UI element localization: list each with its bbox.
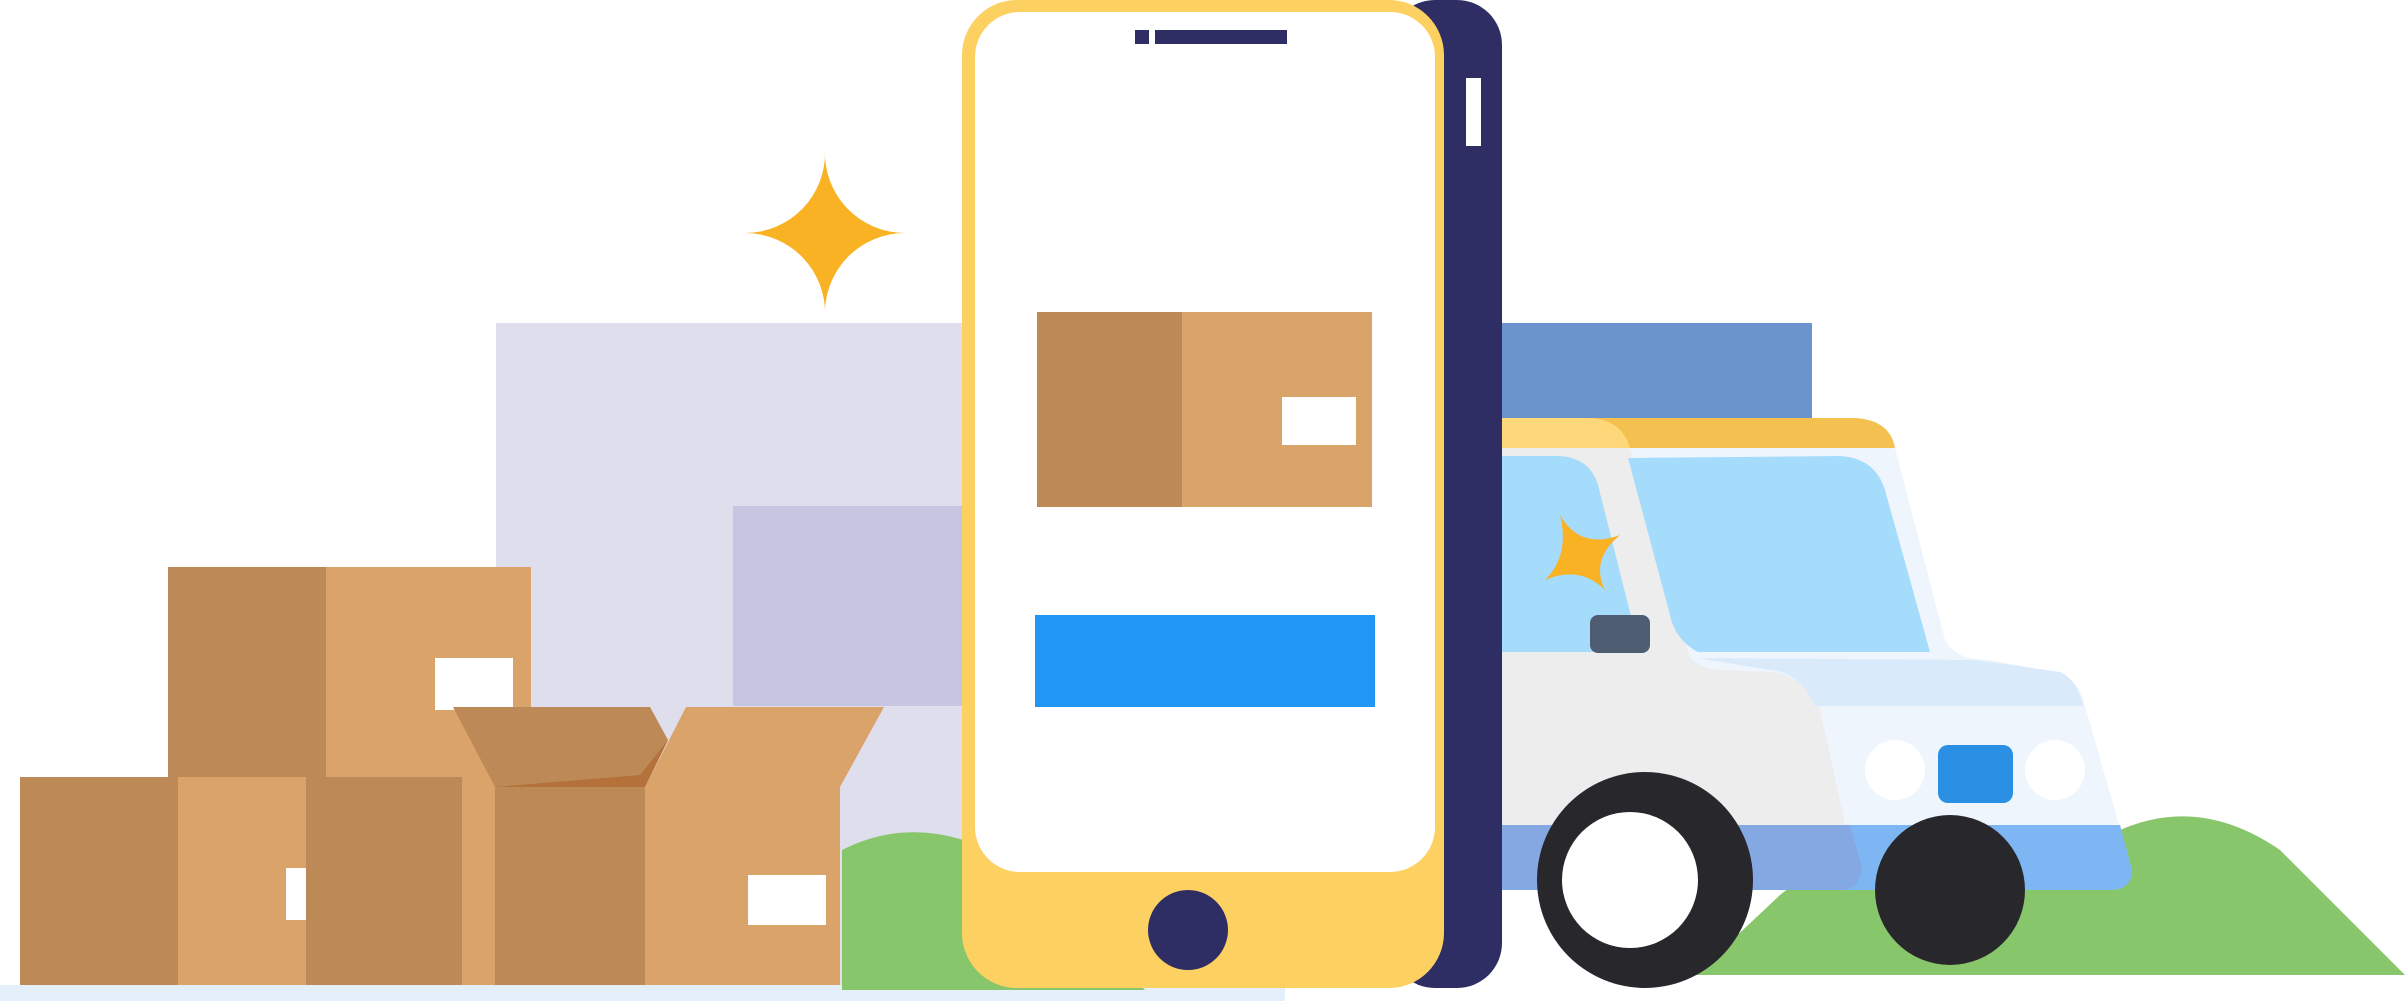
screen-package-label (1282, 397, 1356, 445)
van-headlight-right-icon (2025, 740, 2085, 800)
box-bottom-right (306, 777, 462, 985)
van-headlight-left-icon (1865, 740, 1925, 800)
open-box-label (748, 875, 826, 925)
van-door-handle-icon (1590, 615, 1650, 653)
van-roof-front (1490, 418, 1630, 448)
box-top-label (435, 658, 513, 710)
phone-side-button (1466, 78, 1481, 146)
phone-speaker (1155, 30, 1287, 44)
delivery-scene (0, 0, 2405, 1001)
open-box-side (495, 787, 645, 985)
screen-package-shade (1037, 312, 1182, 507)
box-bottom-left-label (286, 868, 306, 920)
screen-cta-button (1035, 615, 1375, 707)
building-mid (733, 506, 966, 706)
phone-speaker-dot (1135, 30, 1149, 44)
smartphone (962, 0, 1502, 988)
van-rear-wheel-icon (1875, 815, 2025, 965)
van-front-hubcap-icon (1562, 812, 1698, 948)
phone-home-button (1148, 890, 1228, 970)
van-grille-light-icon (1938, 745, 2013, 803)
box-bottom-left-shade (20, 777, 178, 985)
delivery-illustration (0, 0, 2407, 1001)
sparkle-large-icon (745, 150, 905, 316)
